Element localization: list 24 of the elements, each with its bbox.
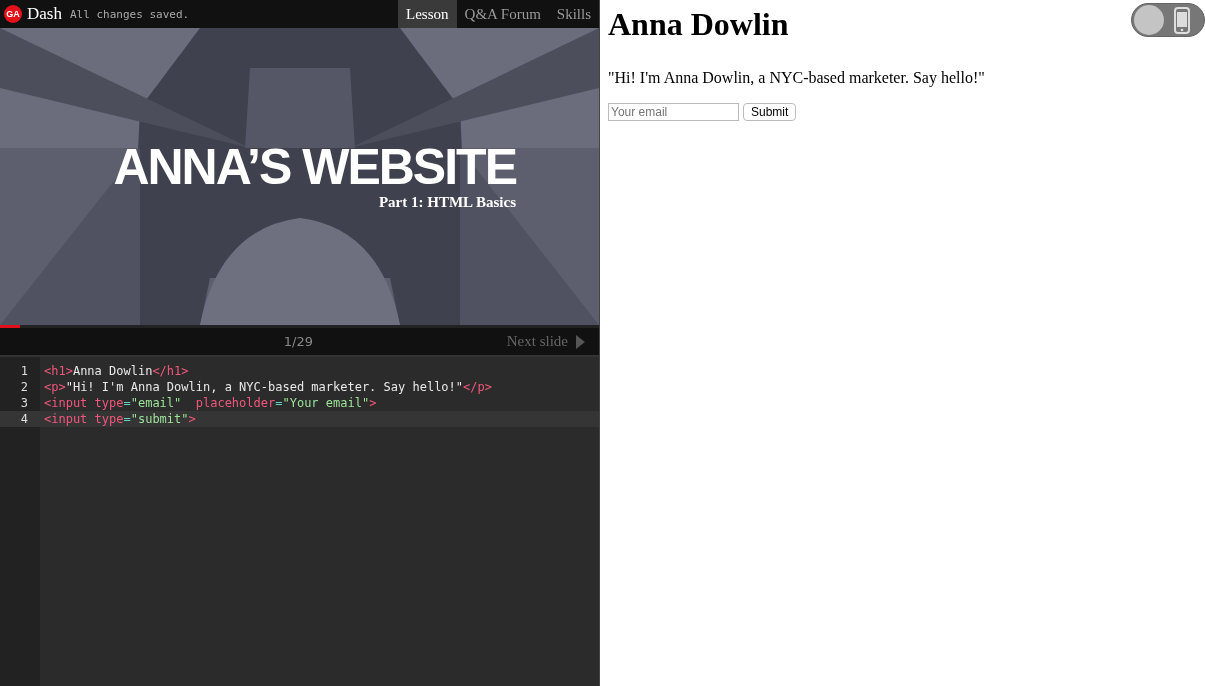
app-name: Dash bbox=[27, 4, 62, 24]
code-text: <h1>Anna Dowlin</h1> bbox=[44, 363, 189, 379]
email-field[interactable]: Your email bbox=[608, 103, 739, 121]
tab[interactable]: Skills bbox=[548, 0, 599, 28]
phone-icon bbox=[1174, 6, 1190, 34]
code-text: <input type="email" placeholder="Your email"> bbox=[44, 395, 377, 411]
mobile-view-toggle[interactable] bbox=[1131, 3, 1205, 37]
line-number: 3 bbox=[19, 395, 29, 411]
save-status: All changes saved. bbox=[69, 7, 191, 21]
line-number: 1 bbox=[19, 363, 29, 379]
code-text: <input type="submit"> bbox=[44, 411, 196, 427]
slide-counter: 1/29 bbox=[282, 334, 314, 349]
preview-heading: Anna Dowlin bbox=[608, 6, 789, 43]
slide-subtitle: Part 1: HTML Basics bbox=[378, 194, 516, 211]
preview-paragraph: "Hi! I'm Anna Dowlin, a NYC-based marketer. Say hello!" bbox=[608, 69, 986, 87]
tab[interactable]: Lesson bbox=[398, 0, 457, 28]
triangle-icon bbox=[576, 334, 585, 349]
line-number: 4 bbox=[19, 411, 29, 427]
line-number: 2 bbox=[19, 379, 29, 395]
logo: GA bbox=[4, 5, 22, 23]
slide-title: ANNA’S WEBSITE bbox=[113, 140, 516, 194]
submit-button[interactable]: Submit bbox=[743, 103, 797, 121]
code-text: <p>"Hi! I'm Anna Dowlin, a NYC-based marketer. Say hello!"</p> bbox=[44, 379, 492, 395]
tab[interactable]: Q&A Forum bbox=[456, 0, 549, 28]
